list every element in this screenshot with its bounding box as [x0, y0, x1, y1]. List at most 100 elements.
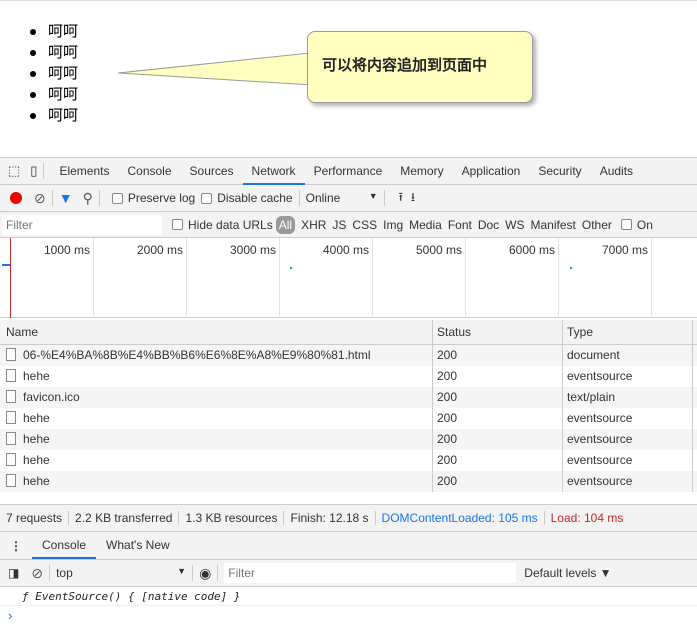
tab-memory[interactable]: Memory — [391, 158, 452, 185]
live-expression-eye-icon[interactable]: ◉ — [199, 565, 211, 582]
table-row[interactable]: hehe 200 eventsource — [0, 450, 697, 471]
network-overview[interactable]: 1000 ms 2000 ms 3000 ms 4000 ms 5000 ms … — [0, 238, 697, 318]
cell-name: hehe — [0, 429, 433, 450]
disable-cache-checkbox[interactable] — [201, 192, 213, 204]
cell-type: eventsource — [563, 429, 693, 450]
console-filter-input[interactable] — [224, 563, 517, 583]
summary-load: Load: 104 ms — [550, 511, 624, 525]
summary-requests: 7 requests — [0, 511, 70, 525]
tab-sources[interactable]: Sources — [181, 158, 243, 185]
tab-console[interactable]: Console — [118, 158, 180, 185]
log-levels-select[interactable]: Default levels ▼ — [524, 566, 611, 580]
hide-data-urls-label: Hide data URLs — [188, 217, 273, 232]
preserve-log-checkbox[interactable] — [111, 192, 123, 204]
filter-icon[interactable]: ▼ — [59, 190, 73, 206]
table-row[interactable]: hehe 200 eventsource — [0, 408, 697, 429]
type-filter-font[interactable]: Font — [445, 218, 475, 232]
clear-console-icon[interactable]: ⊘ — [31, 565, 43, 582]
device-toolbar-icon[interactable]: ▯ — [30, 163, 37, 179]
filter-input[interactable] — [2, 214, 162, 235]
cell-type: eventsource — [563, 450, 693, 471]
clear-icon[interactable]: ⊘ — [34, 190, 46, 207]
timeline-tick: 6000 ms — [508, 243, 555, 257]
tab-elements[interactable]: Elements — [50, 158, 118, 185]
column-header-name[interactable]: Name — [0, 320, 433, 344]
cell-status: 200 — [433, 450, 563, 471]
cell-name: 06-%E4%BA%8B%E4%BB%B6%E6%8E%A8%E9%80%81.… — [0, 345, 433, 366]
export-har-icon[interactable]: ⭳ — [411, 188, 415, 209]
table-row[interactable]: hehe 200 eventsource — [0, 429, 697, 450]
table-row[interactable]: 06-%E4%BA%8B%E4%BB%B6%E6%8E%A8%E9%80%81.… — [0, 345, 697, 366]
drawer-menu-icon[interactable]: ⋮ — [10, 539, 22, 553]
only-checkbox[interactable] — [620, 219, 632, 230]
request-name: 06-%E4%BA%8B%E4%BB%B6%E6%8E%A8%E9%80%81.… — [23, 348, 371, 362]
sidebar-toggle-icon[interactable]: ◨ — [8, 566, 19, 580]
network-summary: 7 requests 2.2 KB transferred 1.3 KB res… — [0, 504, 697, 532]
record-button[interactable] — [10, 192, 22, 204]
request-bar — [570, 267, 572, 269]
cell-type: text/plain — [563, 387, 693, 408]
search-icon[interactable]: ⚲ — [83, 190, 93, 207]
column-header-status[interactable]: Status — [433, 320, 563, 344]
type-filter-css[interactable]: CSS — [349, 218, 380, 232]
column-header-type[interactable]: Type — [563, 320, 693, 344]
devtools-tabbar: ⬚ ▯ Elements Console Sources Network Per… — [0, 157, 697, 185]
cell-status: 200 — [433, 471, 563, 492]
drawer-tab-whats-new[interactable]: What's New — [96, 532, 180, 559]
tab-security[interactable]: Security — [529, 158, 590, 185]
cell-name: hehe — [0, 366, 433, 387]
tab-performance[interactable]: Performance — [305, 158, 392, 185]
type-filter-img[interactable]: Img — [380, 218, 406, 232]
timeline-tick: 2000 ms — [136, 243, 183, 257]
tab-application[interactable]: Application — [453, 158, 530, 185]
file-icon — [6, 432, 16, 445]
tab-network[interactable]: Network — [242, 158, 305, 185]
request-name: favicon.ico — [23, 390, 80, 404]
console-prompt[interactable]: › — [8, 608, 12, 623]
request-name: hehe — [23, 453, 50, 467]
type-filter-all[interactable]: All — [275, 215, 296, 234]
throttle-select[interactable]: Online ▼ — [306, 191, 378, 205]
file-icon — [6, 411, 16, 424]
request-name: hehe — [23, 432, 50, 446]
type-filter-xhr[interactable]: XHR — [298, 218, 329, 232]
table-row[interactable]: hehe 200 eventsource — [0, 366, 697, 387]
request-bar — [2, 264, 10, 266]
page-content: 呵呵 呵呵 呵呵 呵呵 呵呵 可以将内容追加到页面中 — [0, 0, 697, 157]
timeline-tick: 7000 ms — [601, 243, 648, 257]
drawer-tabbar: ⋮ Console What's New — [0, 532, 697, 560]
cell-type: eventsource — [563, 366, 693, 387]
cell-status: 200 — [433, 387, 563, 408]
type-filter-doc[interactable]: Doc — [475, 218, 502, 232]
cell-name: favicon.ico — [0, 387, 433, 408]
network-toolbar: ⊘ ▼ ⚲ Preserve log Disable cache Online ▼… — [0, 185, 697, 212]
hide-data-urls-checkbox[interactable] — [172, 219, 183, 230]
import-har-icon[interactable]: ⭱ — [399, 188, 403, 209]
throttle-value: Online — [305, 191, 341, 205]
table-row[interactable]: favicon.ico 200 text/plain — [0, 387, 697, 408]
summary-domcontentloaded: DOMContentLoaded: 105 ms — [376, 511, 545, 525]
table-row[interactable]: hehe 200 eventsource — [0, 471, 697, 492]
request-name: hehe — [23, 474, 50, 488]
request-bar — [290, 267, 292, 269]
filter-bar: Hide data URLs All XHR JS CSS Img Media … — [0, 212, 697, 238]
context-select[interactable]: top ▼ — [56, 566, 186, 580]
callout-annotation: 可以将内容追加到页面中 — [307, 31, 533, 103]
only-label: On — [636, 217, 653, 232]
dropdown-arrow-icon: ▼ — [368, 191, 378, 201]
summary-transferred: 2.2 KB transferred — [69, 511, 180, 525]
cell-status: 200 — [433, 429, 563, 450]
cell-type: eventsource — [563, 471, 693, 492]
type-filter-other[interactable]: Other — [579, 218, 615, 232]
inspect-icon[interactable]: ⬚ — [8, 163, 20, 179]
drawer-tab-console[interactable]: Console — [32, 532, 97, 559]
type-filter-js[interactable]: JS — [329, 218, 349, 232]
tab-audits[interactable]: Audits — [591, 158, 642, 185]
type-filter-manifest[interactable]: Manifest — [528, 218, 579, 232]
cell-type: eventsource — [563, 408, 693, 429]
cell-type: document — [563, 345, 693, 366]
type-filter-media[interactable]: Media — [406, 218, 445, 232]
console-toolbar: ◨ ⊘ top ▼ ◉ Default levels ▼ — [0, 560, 697, 587]
context-value: top — [56, 566, 73, 580]
type-filter-ws[interactable]: WS — [502, 218, 527, 232]
